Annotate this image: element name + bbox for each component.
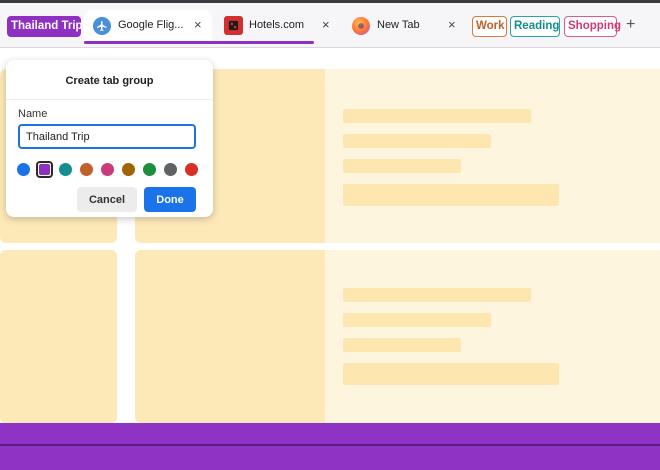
cancel-button[interactable]: Cancel bbox=[77, 187, 137, 212]
color-swatch[interactable] bbox=[80, 163, 93, 176]
color-swatch[interactable] bbox=[185, 163, 198, 176]
firefox-icon bbox=[352, 17, 370, 35]
color-swatch[interactable] bbox=[17, 163, 30, 176]
placeholder-bar bbox=[343, 184, 559, 206]
window-top-edge bbox=[0, 0, 660, 3]
color-swatch[interactable] bbox=[59, 163, 72, 176]
hotels-logo-icon bbox=[224, 16, 243, 35]
tab-title: Google Flig... bbox=[118, 19, 184, 31]
color-swatch[interactable] bbox=[143, 163, 156, 176]
name-label: Name bbox=[18, 108, 48, 120]
placeholder-bar bbox=[343, 159, 461, 173]
placeholder-block bbox=[325, 250, 660, 423]
tab-google-flights[interactable]: Google Flig... × bbox=[84, 10, 212, 42]
tab-title: New Tab bbox=[377, 19, 420, 31]
placeholder-block bbox=[0, 250, 117, 423]
group-name-input[interactable] bbox=[18, 124, 196, 149]
tab-group-underline bbox=[84, 41, 314, 44]
tab-group-chip-thailand-trip[interactable]: Thailand Trip bbox=[7, 16, 83, 37]
close-icon[interactable]: × bbox=[194, 17, 202, 33]
tab-new-tab[interactable]: New Tab × bbox=[342, 10, 466, 42]
placeholder-bar bbox=[343, 109, 531, 123]
bottom-divider bbox=[0, 444, 660, 446]
close-icon[interactable]: × bbox=[322, 17, 330, 33]
close-icon[interactable]: × bbox=[448, 17, 456, 33]
placeholder-bar bbox=[343, 288, 531, 302]
placeholder-bar bbox=[343, 134, 491, 148]
airplane-icon bbox=[93, 17, 111, 35]
tab-title: Hotels.com bbox=[249, 19, 305, 31]
tab-group-chip-work[interactable]: Work bbox=[472, 16, 507, 37]
new-tab-button[interactable]: + bbox=[626, 15, 635, 35]
placeholder-bar bbox=[343, 338, 461, 352]
create-tab-group-dialog: Create tab group Name Cancel Done bbox=[6, 60, 213, 217]
dialog-divider bbox=[6, 99, 213, 100]
color-swatch[interactable] bbox=[36, 161, 53, 178]
placeholder-block bbox=[135, 250, 325, 423]
color-swatch[interactable] bbox=[164, 163, 177, 176]
done-button[interactable]: Done bbox=[144, 187, 196, 212]
selected-color-fill bbox=[39, 164, 50, 175]
bottom-bar bbox=[0, 423, 660, 470]
color-swatch[interactable] bbox=[101, 163, 114, 176]
placeholder-bar bbox=[343, 363, 559, 385]
dialog-title: Create tab group bbox=[65, 75, 154, 87]
tab-strip: Thailand Trip Google Flig... × Hotels.co… bbox=[0, 0, 660, 48]
placeholder-bar bbox=[343, 313, 491, 327]
placeholder-block bbox=[325, 69, 660, 243]
tab-hotels[interactable]: Hotels.com × bbox=[216, 10, 338, 42]
tab-group-chip-shopping[interactable]: Shopping bbox=[564, 16, 621, 37]
color-swatch[interactable] bbox=[122, 163, 135, 176]
tab-group-chip-reading[interactable]: Reading bbox=[510, 16, 560, 37]
